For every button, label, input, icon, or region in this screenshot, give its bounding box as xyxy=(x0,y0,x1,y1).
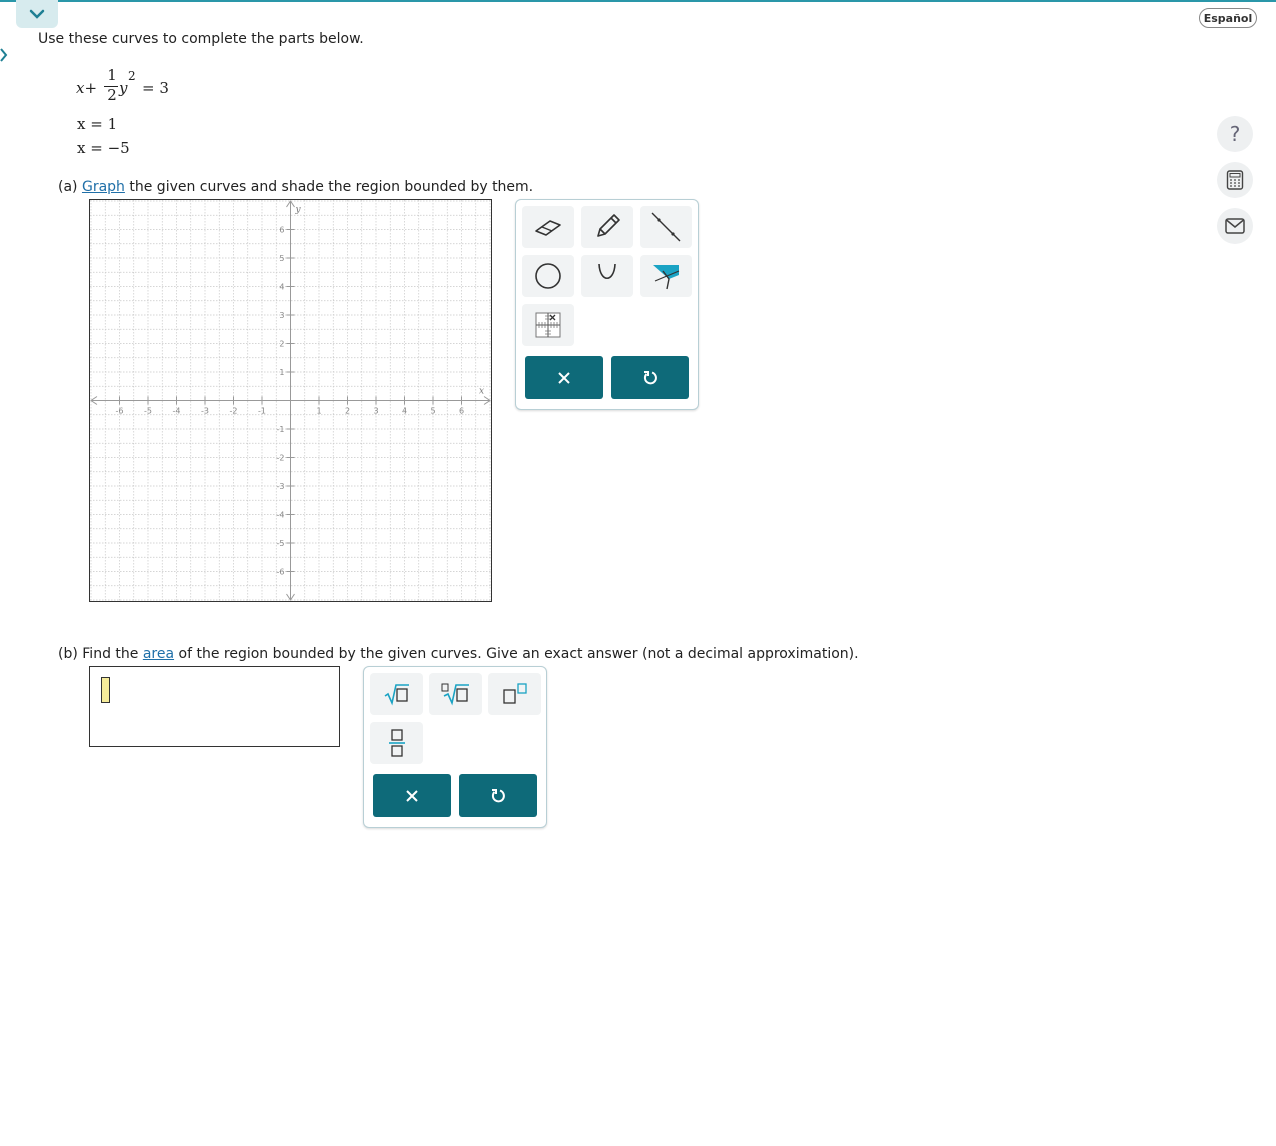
line-segment-icon xyxy=(651,212,681,242)
y-tick-label: -5 xyxy=(277,539,285,548)
y-tick-label: 3 xyxy=(279,311,284,320)
area-link[interactable]: area xyxy=(143,646,174,662)
graph-tool-palette xyxy=(515,199,699,410)
no-solution-tool[interactable] xyxy=(522,304,574,346)
coordinate-grid[interactable]: x y -6 -5 -4 -3 -2 -1 1 2 3 4 5 6 6 5 4 3 2 1 -1 -2 -3 -4 -5 -6 xyxy=(90,200,491,601)
y-tick-label: -4 xyxy=(277,511,285,520)
x-tick-label: 3 xyxy=(373,407,378,416)
square-root-icon xyxy=(384,684,409,706)
shade-region-icon xyxy=(653,265,680,290)
clear-answer-button[interactable] xyxy=(373,774,451,817)
square-root-button[interactable] xyxy=(370,673,423,715)
circle-icon xyxy=(535,263,561,289)
calculator-button[interactable] xyxy=(1217,162,1253,198)
message-button[interactable] xyxy=(1217,208,1253,244)
part-a-prompt: (a) Graph the given curves and shade the… xyxy=(58,179,534,195)
no-solution-icon xyxy=(535,312,561,338)
mail-icon xyxy=(1225,218,1245,234)
x-tick-label: 5 xyxy=(430,407,435,416)
area-answer-input[interactable] xyxy=(89,666,340,747)
intro-text: Use these curves to complete the parts b… xyxy=(38,31,364,47)
top-accent-line xyxy=(0,0,1276,2)
pencil-icon xyxy=(597,214,620,237)
x-tick-label: 1 xyxy=(316,407,321,416)
collapse-toggle[interactable] xyxy=(16,0,58,28)
x-tick-label: 4 xyxy=(402,407,407,416)
line-tool[interactable] xyxy=(640,206,692,248)
circle-tool[interactable] xyxy=(522,255,574,297)
x-tick-label: -4 xyxy=(173,407,181,416)
input-cursor xyxy=(101,677,110,703)
x-tick-label: -5 xyxy=(144,407,152,416)
y-tick-label: 4 xyxy=(279,283,284,292)
equation-2: x = 1 xyxy=(77,115,118,133)
exponent-icon xyxy=(502,683,527,704)
x-axis-label: x xyxy=(479,387,484,397)
help-button[interactable]: ? xyxy=(1217,116,1253,152)
exponent-button[interactable] xyxy=(488,673,541,715)
language-button[interactable]: Español xyxy=(1199,8,1257,28)
equation-3: x = −5 xyxy=(77,139,130,157)
x-tick-label: -3 xyxy=(201,407,209,416)
pencil-tool[interactable] xyxy=(581,206,633,248)
eraser-icon xyxy=(535,220,561,236)
chevron-down-icon xyxy=(29,9,45,19)
chevron-right-icon[interactable] xyxy=(0,48,8,62)
x-tick-label: 6 xyxy=(459,407,464,416)
close-icon xyxy=(406,789,418,802)
parabola-tool[interactable] xyxy=(581,255,633,297)
undo-icon xyxy=(491,788,505,802)
y-tick-label: -6 xyxy=(277,568,285,577)
y-tick-label: 6 xyxy=(279,226,284,235)
clear-graph-button[interactable] xyxy=(525,356,603,399)
nth-root-icon xyxy=(441,683,469,706)
nth-root-button[interactable] xyxy=(429,673,482,715)
shade-tool[interactable] xyxy=(640,255,692,297)
y-tick-label: -3 xyxy=(277,482,285,491)
calculator-icon xyxy=(1226,170,1244,190)
y-tick-label: 5 xyxy=(279,254,284,263)
x-tick-label: -1 xyxy=(258,407,266,416)
fraction-button[interactable] xyxy=(370,722,423,764)
y-tick-label: -1 xyxy=(277,425,285,434)
x-tick-label: -6 xyxy=(116,407,124,416)
undo-graph-button[interactable] xyxy=(611,356,689,399)
part-b-prompt: (b) Find the area of the region bounded … xyxy=(58,646,859,662)
help-icon: ? xyxy=(1229,122,1241,146)
y-tick-label: 1 xyxy=(279,368,284,377)
x-tick-label: -2 xyxy=(230,407,238,416)
y-tick-label: 2 xyxy=(279,340,284,349)
math-tool-palette xyxy=(363,666,547,828)
close-icon xyxy=(558,371,570,384)
undo-answer-button[interactable] xyxy=(459,774,537,817)
graph-link[interactable]: Graph xyxy=(82,179,125,195)
graph-canvas[interactable]: x y -6 -5 -4 -3 -2 -1 1 2 3 4 5 6 6 5 4 3 2 1 -1 -2 -3 -4 -5 -6 xyxy=(89,199,492,602)
undo-icon xyxy=(643,370,657,384)
eraser-tool[interactable] xyxy=(522,206,574,248)
y-axis-label: y xyxy=(295,205,302,215)
fraction-icon xyxy=(388,729,405,757)
x-tick-label: 2 xyxy=(345,407,350,416)
y-tick-label: -2 xyxy=(277,454,285,463)
parabola-icon xyxy=(598,263,616,280)
